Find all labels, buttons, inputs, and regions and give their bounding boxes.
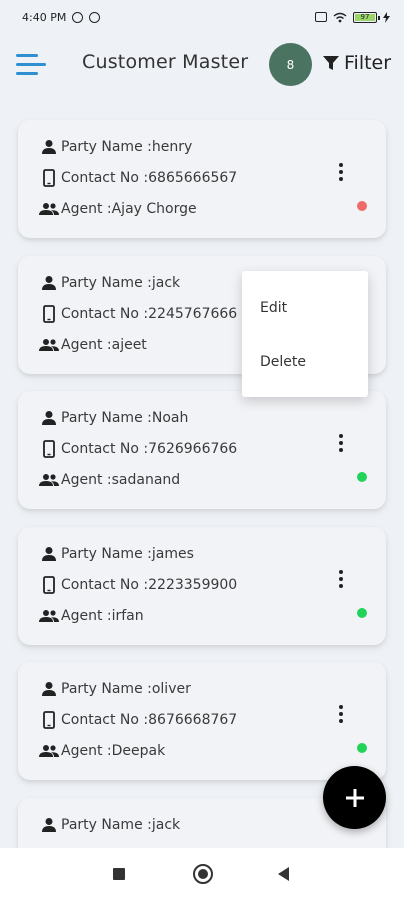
plus-icon	[345, 788, 364, 807]
home-icon[interactable]	[193, 864, 213, 884]
phone-icon	[39, 575, 59, 595]
phone-icon	[39, 439, 59, 459]
battery-level: 97	[360, 13, 370, 21]
phone-icon	[39, 168, 59, 188]
context-menu: Edit Delete	[242, 271, 368, 397]
sim-icon	[315, 12, 327, 22]
add-customer-button[interactable]	[323, 766, 386, 829]
status-time: 4:40 PM	[22, 10, 67, 24]
person-icon	[39, 815, 59, 835]
contact-number: 6865666567	[148, 170, 238, 186]
app-bar: Customer Master 8 Filter	[0, 34, 404, 94]
contact-number: 2223359900	[148, 577, 238, 593]
party-name-row: Party Name : jack	[39, 815, 180, 835]
party-name: Noah	[151, 410, 189, 426]
party-name-row: Party Name : jack	[39, 273, 180, 293]
person-icon	[39, 137, 59, 157]
delete-menu-item[interactable]: Delete	[260, 354, 306, 370]
notification-icon	[89, 11, 101, 23]
agent-row: Agent : sadanand	[39, 470, 180, 490]
charging-icon	[383, 11, 390, 23]
agent-row: Agent : irfan	[39, 606, 144, 626]
party-name: jack	[151, 817, 181, 833]
customer-card[interactable]: Party Name : oliver Contact No : 8676668…	[18, 662, 386, 780]
party-name-row: Party Name : Noah	[39, 408, 188, 428]
group-icon	[39, 199, 59, 219]
phone-icon	[39, 304, 59, 324]
party-name: james	[151, 546, 194, 562]
status-dot	[357, 743, 367, 753]
group-icon	[39, 335, 59, 355]
agent-row: Agent : ajeet	[39, 335, 147, 355]
phone-icon	[39, 710, 59, 730]
party-name: henry	[151, 139, 193, 155]
system-nav-bar	[0, 848, 404, 900]
status-dot	[357, 608, 367, 618]
contact-number: 8676668767	[148, 712, 238, 728]
filter-label: Filter	[344, 52, 392, 74]
agent-name: sadanand	[111, 472, 181, 488]
battery-icon: 97	[353, 11, 380, 23]
edit-menu-item[interactable]: Edit	[260, 300, 287, 316]
contact-row: Contact No : 2223359900	[39, 575, 237, 595]
customer-card[interactable]: Party Name : james Contact No : 22233599…	[18, 527, 386, 645]
more-options-icon[interactable]	[331, 160, 351, 184]
group-icon	[39, 470, 59, 490]
more-options-icon[interactable]	[331, 702, 351, 726]
status-dot	[357, 472, 367, 482]
status-dot	[357, 201, 367, 211]
agent-name: ajeet	[111, 337, 147, 353]
party-name-row: Party Name : james	[39, 544, 194, 564]
more-options-icon[interactable]	[331, 431, 351, 455]
customer-card[interactable]: Party Name : Noah Contact No : 762696676…	[18, 391, 386, 509]
page-title: Customer Master	[82, 51, 249, 73]
group-icon	[39, 606, 59, 626]
more-options-icon[interactable]	[331, 567, 351, 591]
notification-icon	[72, 11, 84, 23]
person-icon	[39, 408, 59, 428]
wifi-icon	[333, 12, 347, 22]
count-badge[interactable]: 8	[269, 43, 312, 86]
agent-name: Deepak	[111, 743, 166, 759]
contact-row: Contact No : 2245767666	[39, 304, 237, 324]
person-icon	[39, 544, 59, 564]
group-icon	[39, 741, 59, 761]
hamburger-menu-icon[interactable]	[16, 52, 48, 76]
recents-icon[interactable]	[113, 868, 125, 880]
contact-row: Contact No : 8676668767	[39, 710, 237, 730]
party-name: oliver	[151, 681, 191, 697]
agent-name: irfan	[111, 608, 144, 624]
customer-list[interactable]: Party Name : henry Contact No : 68656665…	[0, 110, 404, 848]
agent-name: Ajay Chorge	[111, 201, 197, 217]
customer-card[interactable]: Party Name : henry Contact No : 68656665…	[18, 120, 386, 238]
status-bar: 4:40 PM 97	[0, 0, 404, 34]
agent-row: Agent : Ajay Chorge	[39, 199, 197, 219]
contact-number: 7626966766	[148, 441, 238, 457]
party-name-row: Party Name : oliver	[39, 679, 191, 699]
party-name-row: Party Name : henry	[39, 137, 192, 157]
contact-row: Contact No : 7626966766	[39, 439, 237, 459]
person-icon	[39, 273, 59, 293]
back-icon[interactable]	[278, 867, 289, 881]
filter-button[interactable]: Filter	[322, 52, 391, 74]
party-name: jack	[151, 275, 181, 291]
agent-row: Agent : Deepak	[39, 741, 165, 761]
funnel-icon	[323, 56, 339, 70]
contact-row: Contact No : 6865666567	[39, 168, 237, 188]
person-icon	[39, 679, 59, 699]
contact-number: 2245767666	[148, 306, 238, 322]
